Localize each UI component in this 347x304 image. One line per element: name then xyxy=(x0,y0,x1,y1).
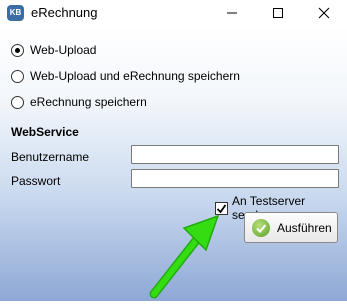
green-arrow-icon xyxy=(149,214,220,299)
radio-button[interactable] xyxy=(11,43,24,57)
radio-save-erechnung[interactable]: eRechnung speichern xyxy=(11,95,147,109)
close-button[interactable] xyxy=(301,0,347,26)
radio-button[interactable] xyxy=(11,95,24,109)
app-icon-text: KB xyxy=(9,8,22,17)
radio-label: Web-Upload xyxy=(30,43,97,57)
run-button[interactable]: Ausführen xyxy=(244,212,338,243)
radio-label: Web-Upload und eRechnung speichern xyxy=(30,69,240,83)
checkmark-circle-icon xyxy=(252,218,270,237)
minimize-icon xyxy=(227,12,237,14)
dialog-client-area: Web-Upload Web-Upload und eRechnung spei… xyxy=(0,26,347,301)
testserver-checkbox[interactable] xyxy=(215,201,228,215)
webservice-heading: WebService xyxy=(11,125,79,139)
maximize-icon xyxy=(273,8,283,18)
minimize-button[interactable] xyxy=(209,0,255,26)
password-label: Passwort xyxy=(11,174,61,188)
radio-button[interactable] xyxy=(11,69,24,83)
maximize-button[interactable] xyxy=(255,0,301,26)
password-input[interactable] xyxy=(131,169,339,188)
close-icon xyxy=(318,7,330,19)
checkmark-icon xyxy=(256,223,267,233)
radio-web-upload-and-save[interactable]: Web-Upload und eRechnung speichern xyxy=(11,69,240,83)
username-label: Benutzername xyxy=(11,150,90,164)
app-icon: KB xyxy=(7,5,24,21)
run-button-label: Ausführen xyxy=(277,220,332,235)
window-title: eRechnung xyxy=(31,5,98,20)
title-bar: KB eRechnung xyxy=(0,0,347,26)
radio-web-upload[interactable]: Web-Upload xyxy=(11,43,96,57)
username-input[interactable] xyxy=(131,145,339,164)
radio-label: eRechnung speichern xyxy=(30,95,147,109)
checkmark-icon xyxy=(216,203,227,213)
